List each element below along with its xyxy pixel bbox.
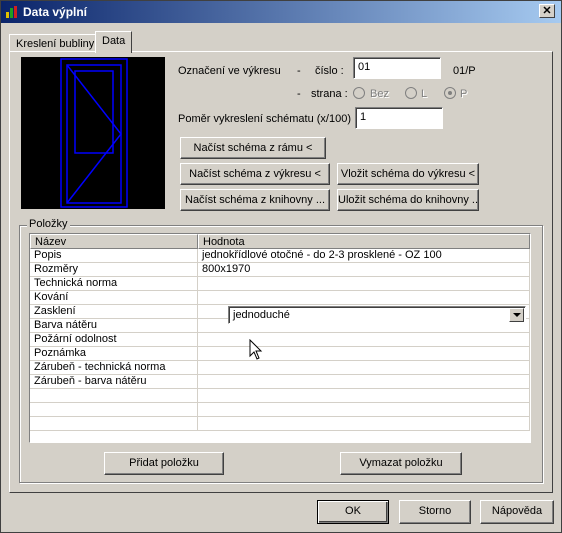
vymazat-polozku-button[interactable]: Vymazat položku <box>340 452 462 475</box>
close-icon: ✕ <box>542 5 552 17</box>
mouse-cursor-icon <box>249 339 263 360</box>
nacist-z-vykresu-button[interactable]: Načíst schéma z výkresu < <box>180 163 330 185</box>
door-schema-drawing <box>60 58 128 208</box>
dash-separator: - <box>297 65 301 77</box>
cell-nazev[interactable]: Zárubeň - barva nátěru <box>30 375 198 389</box>
cell-hodnota[interactable] <box>198 403 530 417</box>
cell-hodnota[interactable] <box>198 389 530 403</box>
door-outer-frame <box>60 58 128 208</box>
cell-nazev[interactable]: Zasklení <box>30 305 198 319</box>
table-row[interactable]: Popis jednokřídlové otočné - do 2-3 prosk… <box>30 249 530 263</box>
cislo-input[interactable]: 01 <box>353 57 441 79</box>
tab-label: Kreslení bubliny <box>16 38 95 50</box>
radio-p[interactable] <box>444 87 456 99</box>
cell-hodnota[interactable]: 800x1970 <box>198 263 530 277</box>
chevron-down-icon <box>513 313 521 317</box>
cell-hodnota[interactable] <box>198 291 530 305</box>
radio-bez[interactable] <box>353 87 365 99</box>
column-header-hodnota[interactable]: Hodnota <box>198 234 530 249</box>
cell-nazev[interactable]: Popis <box>30 249 198 263</box>
cell-nazev[interactable]: Barva nátěru <box>30 319 198 333</box>
table-row[interactable]: Technická norma <box>30 277 530 291</box>
table-row[interactable]: Rozměry 800x1970 <box>30 263 530 277</box>
nacist-z-knihovny-button[interactable]: Načíst schéma z knihovny ... <box>180 189 330 211</box>
table-row[interactable] <box>30 403 530 417</box>
table-row[interactable]: Poznámka <box>30 347 530 361</box>
cell-nazev[interactable] <box>30 403 198 417</box>
polozky-label: Položky <box>27 218 70 230</box>
items-grid[interactable]: Název Hodnota Popis jednokřídlové otočné … <box>29 233 531 443</box>
combo-dropdown-button[interactable] <box>509 308 524 322</box>
tab-label: Data <box>102 35 126 47</box>
table-row[interactable]: Zárubeň - barva nátěru <box>30 375 530 389</box>
nacist-z-ramu-button[interactable]: Načíst schéma z rámu < <box>180 137 326 159</box>
zaskleni-combo[interactable]: jednoduché <box>228 306 526 324</box>
close-button[interactable]: ✕ <box>539 4 555 18</box>
cell-nazev[interactable] <box>30 417 198 431</box>
vlozit-do-vykresu-button[interactable]: Vložit schéma do výkresu < <box>337 163 479 185</box>
zaskleni-combo-value: jednoduché <box>233 309 290 321</box>
app-icon <box>6 6 17 18</box>
dialog-window: Data výplní ✕ Kreslení bubliny Data Ozna… <box>0 0 562 533</box>
radio-l[interactable] <box>405 87 417 99</box>
radio-p-label: P <box>460 88 468 100</box>
cell-hodnota[interactable]: jednokřídlové otočné - do 2-3 prosklené … <box>198 249 530 263</box>
oznaceni-label: Označení ve výkresu <box>178 65 281 77</box>
cislo-label: číslo : <box>315 65 344 77</box>
pomer-label: Poměr vykreslení schématu (x/100) <box>178 113 352 125</box>
cell-hodnota[interactable] <box>198 277 530 291</box>
cell-hodnota[interactable] <box>198 375 530 389</box>
cell-hodnota[interactable] <box>198 361 530 375</box>
pomer-input[interactable]: 1 <box>355 107 443 129</box>
table-row[interactable] <box>30 417 530 431</box>
column-header-nazev[interactable]: Název <box>30 234 198 249</box>
cell-nazev[interactable] <box>30 389 198 403</box>
table-row[interactable]: Požární odolnost <box>30 333 530 347</box>
cell-nazev[interactable]: Kování <box>30 291 198 305</box>
ulozit-do-knihovny-button[interactable]: Uložit schéma do knihovny ... <box>337 189 479 211</box>
cell-nazev[interactable]: Rozměry <box>30 263 198 277</box>
cell-nazev[interactable]: Poznámka <box>30 347 198 361</box>
pridat-polozku-button[interactable]: Přidat položku <box>104 452 224 475</box>
cell-hodnota[interactable] <box>198 333 530 347</box>
storno-button[interactable]: Storno <box>399 500 471 524</box>
radio-l-label: L <box>421 88 428 100</box>
cell-hodnota[interactable] <box>198 417 530 431</box>
cell-hodnota[interactable] <box>198 347 530 361</box>
window-title: Data výplní <box>23 5 88 19</box>
title-bar[interactable]: Data výplní ✕ <box>1 1 561 23</box>
grid-header: Název Hodnota <box>30 234 530 249</box>
dash-separator: - <box>297 88 301 100</box>
tab-data[interactable]: Data <box>95 31 133 53</box>
table-row[interactable]: Kování <box>30 291 530 305</box>
table-row[interactable]: Zárubeň - technická norma <box>30 361 530 375</box>
ok-button[interactable]: OK <box>317 500 389 524</box>
cell-nazev[interactable]: Zárubeň - technická norma <box>30 361 198 375</box>
tab-kresleni-bubliny[interactable]: Kreslení bubliny <box>9 34 102 52</box>
radio-bez-label: Bez <box>370 88 389 100</box>
cell-nazev[interactable]: Technická norma <box>30 277 198 291</box>
napoveda-button[interactable]: Nápověda <box>480 500 554 524</box>
strana-label: strana : <box>311 88 348 100</box>
cislo-suffix: 01/P <box>453 65 476 77</box>
schema-preview <box>21 57 165 209</box>
table-row[interactable] <box>30 389 530 403</box>
cell-nazev[interactable]: Požární odolnost <box>30 333 198 347</box>
